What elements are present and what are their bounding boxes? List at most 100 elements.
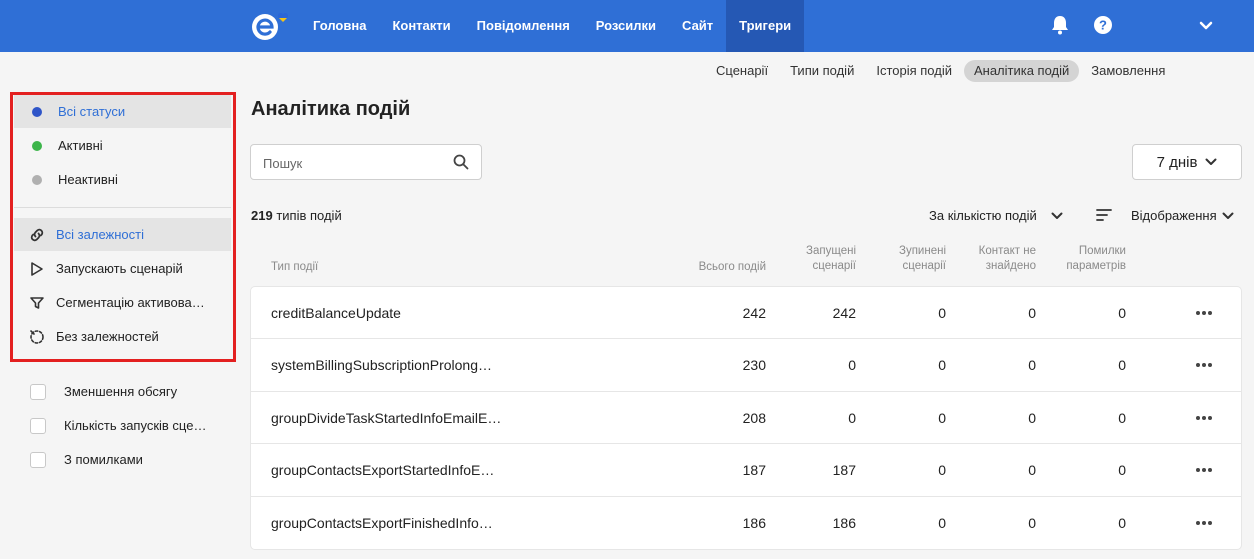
- more-icon[interactable]: [1195, 362, 1213, 368]
- sort-order-icon[interactable]: [1096, 208, 1112, 222]
- stopped-scenarios: 0: [938, 305, 946, 321]
- table-row[interactable]: groupContactsExportStartedInfoE… 187 187…: [251, 444, 1241, 497]
- filter-all-statuses[interactable]: Всі статуси: [14, 95, 231, 128]
- sub-nav: Сценарії Типи подій Історія подій Аналіт…: [706, 60, 1177, 82]
- started-scenarios: 187: [832, 462, 856, 479]
- more-icon[interactable]: [1195, 310, 1213, 316]
- more-icon[interactable]: [1195, 415, 1213, 421]
- table-header: Тип події Всього подій Запущені сценарії…: [251, 243, 1241, 277]
- filter-label: Запускають сценарій: [56, 261, 183, 276]
- checkbox[interactable]: [30, 451, 46, 468]
- check-scenario-launches[interactable]: Кількість запусків сце…: [14, 409, 231, 442]
- filter-no-dependencies[interactable]: Без залежностей: [14, 320, 231, 353]
- count-number: 219: [251, 208, 273, 223]
- more-icon[interactable]: [1195, 467, 1213, 473]
- filter-label: Всі статуси: [58, 104, 126, 119]
- events-table: creditBalanceUpdate 242 242 0 0 0 system…: [251, 287, 1241, 549]
- event-type[interactable]: groupDivideTaskStartedInfoEmailE…: [271, 392, 511, 444]
- filter-all-dependencies[interactable]: Всі залежності: [14, 218, 231, 251]
- col-not-found-line: знайдено: [985, 260, 1036, 272]
- funnel-icon: [30, 296, 44, 309]
- stopped-scenarios: 0: [938, 462, 946, 479]
- check-volume-decrease[interactable]: Зменшення обсягу: [14, 375, 231, 408]
- search-icon[interactable]: [453, 154, 469, 170]
- col-errors-line: параметрів: [1066, 260, 1126, 272]
- col-started: Запущені сценарії: [771, 244, 856, 274]
- param-errors: 0: [1118, 305, 1126, 321]
- contact-not-found: 0: [1028, 305, 1036, 321]
- nav-messages[interactable]: Повідомлення: [464, 0, 583, 52]
- logo-icon[interactable]: [250, 10, 298, 44]
- filter-label: Неактивні: [58, 172, 118, 187]
- param-errors: 0: [1118, 357, 1126, 374]
- nav-triggers[interactable]: Тригери: [726, 0, 805, 52]
- param-errors: 0: [1118, 409, 1126, 426]
- subnav-scenarios[interactable]: Сценарії: [706, 60, 778, 82]
- table-row[interactable]: creditBalanceUpdate 242 242 0 0 0: [251, 287, 1241, 340]
- main-nav: Головна Контакти Повідомлення Розсилки С…: [300, 0, 805, 52]
- checkbox[interactable]: [30, 417, 46, 434]
- table-row[interactable]: systemBillingSubscriptionProlong… 230 0 …: [251, 339, 1241, 392]
- col-not-found: Контакт не знайдено: [951, 244, 1036, 274]
- bell-icon[interactable]: [1049, 14, 1071, 36]
- col-stopped-line: Зупинені: [899, 245, 946, 257]
- check-label: З помилками: [64, 452, 143, 467]
- chevron-down-icon[interactable]: [1195, 14, 1217, 36]
- col-total: Всього подій: [698, 261, 766, 273]
- period-dropdown[interactable]: 7 днів: [1132, 144, 1242, 180]
- contact-not-found: 0: [1028, 409, 1036, 426]
- filter-label: Без залежностей: [56, 329, 159, 344]
- checkbox[interactable]: [30, 383, 46, 400]
- subnav-event-types[interactable]: Типи подій: [780, 60, 864, 82]
- col-stopped-line: сценарії: [902, 260, 947, 272]
- event-type[interactable]: systemBillingSubscriptionProlong…: [271, 339, 511, 391]
- contact-not-found: 0: [1028, 357, 1036, 374]
- total-events: 242: [742, 305, 766, 321]
- chevron-down-icon: [1205, 158, 1217, 165]
- event-type[interactable]: groupContactsExportFinishedInfo…: [271, 497, 511, 549]
- started-scenarios: 186: [832, 514, 856, 531]
- table-row[interactable]: groupContactsExportFinishedInfo… 186 186…: [251, 497, 1241, 549]
- sort-dropdown[interactable]: За кількістю подій: [929, 208, 1063, 223]
- filter-inactive[interactable]: Неактивні: [14, 163, 231, 196]
- param-errors: 0: [1118, 514, 1126, 531]
- col-started-line: сценарії: [812, 260, 857, 272]
- divider: [14, 207, 231, 208]
- help-icon[interactable]: ?: [1092, 14, 1114, 36]
- check-with-errors[interactable]: З помилками: [14, 443, 231, 476]
- nav-contacts[interactable]: Контакти: [379, 0, 463, 52]
- sort-label: За кількістю подій: [929, 208, 1037, 223]
- started-scenarios: 0: [848, 409, 856, 426]
- filter-active[interactable]: Активні: [14, 129, 231, 162]
- status-dot-icon: [32, 106, 42, 117]
- link-icon: [30, 228, 44, 241]
- period-value: 7 днів: [1156, 153, 1198, 171]
- event-type[interactable]: groupContactsExportStartedInfoE…: [271, 444, 511, 496]
- table-row[interactable]: groupDivideTaskStartedInfoEmailE… 208 0 …: [251, 392, 1241, 445]
- total-events: 187: [742, 462, 766, 479]
- check-label: Зменшення обсягу: [64, 384, 178, 399]
- subnav-orders[interactable]: Замовлення: [1081, 60, 1175, 82]
- display-label: Відображення: [1131, 208, 1217, 223]
- search-input[interactable]: [263, 153, 443, 173]
- search-box[interactable]: [250, 144, 482, 180]
- filter-launch-scenario[interactable]: Запускають сценарій: [14, 252, 231, 285]
- col-not-found-line: Контакт не: [978, 245, 1036, 257]
- filter-segmentation[interactable]: Сегментацію активова…: [14, 286, 231, 319]
- chevron-down-icon: [1222, 212, 1234, 219]
- types-count: 219 типів подій: [251, 208, 342, 223]
- nav-site[interactable]: Сайт: [669, 0, 726, 52]
- started-scenarios: 0: [848, 357, 856, 374]
- nav-mailings[interactable]: Розсилки: [583, 0, 669, 52]
- more-icon[interactable]: [1195, 520, 1213, 526]
- svg-text:?: ?: [1099, 18, 1107, 33]
- nav-home[interactable]: Головна: [300, 0, 379, 52]
- subnav-event-analytics[interactable]: Аналітика подій: [963, 60, 1080, 82]
- filter-label: Активні: [58, 138, 103, 153]
- event-type[interactable]: creditBalanceUpdate: [271, 287, 511, 339]
- subnav-event-history[interactable]: Історія подій: [866, 60, 962, 82]
- contact-not-found: 0: [1028, 514, 1036, 531]
- filter-label: Сегментацію активова…: [56, 295, 205, 310]
- display-dropdown[interactable]: Відображення: [1131, 208, 1234, 223]
- param-errors: 0: [1118, 462, 1126, 479]
